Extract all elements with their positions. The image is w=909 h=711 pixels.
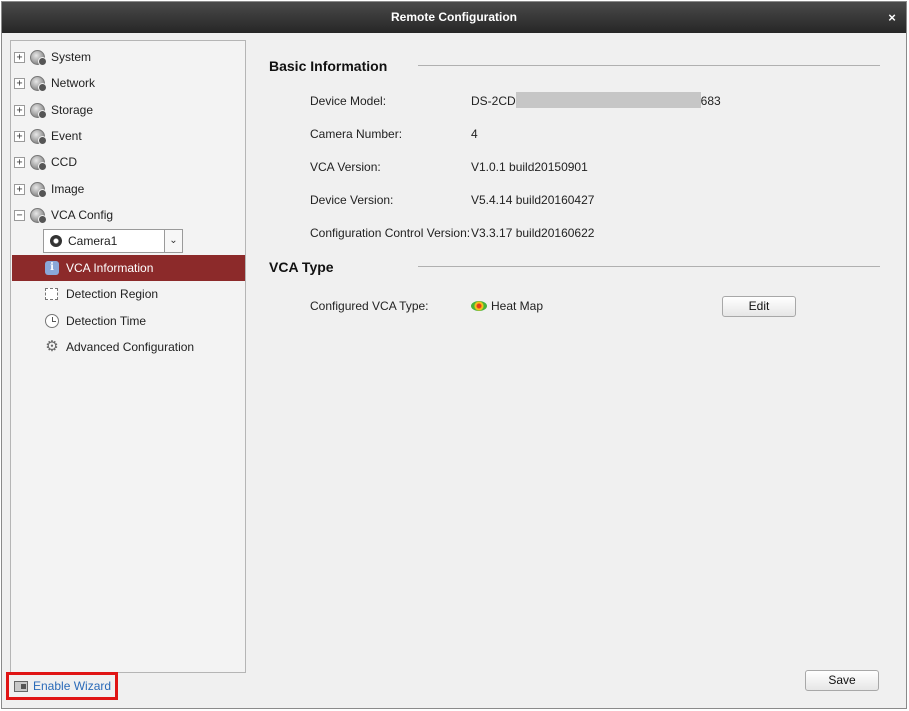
tree-item-event[interactable]: + Event [11, 125, 245, 147]
device-model-prefix: DS-2CD [471, 94, 516, 108]
enable-wizard-link[interactable]: Enable Wizard [6, 672, 118, 700]
expand-icon[interactable]: + [14, 130, 25, 142]
tree-item-label: Network [51, 76, 96, 90]
settings-globe-icon [30, 154, 47, 171]
save-button[interactable]: Save [805, 670, 879, 691]
collapse-icon[interactable]: − [14, 209, 25, 221]
camera-select-value: Camera1 [68, 234, 118, 248]
expand-icon[interactable]: + [14, 51, 25, 63]
vca-type-heading: VCA Type [269, 259, 334, 275]
device-version-value: V5.4.14 build20160427 [471, 193, 595, 207]
title-bar: Remote Configuration × [2, 2, 906, 33]
wizard-icon [14, 680, 28, 692]
settings-globe-icon [30, 181, 47, 198]
info-icon: i [45, 261, 59, 275]
section-divider [418, 266, 880, 267]
config-tree-panel: + System + Network + Storage + Event + C… [10, 40, 246, 673]
sidebar-item-vca-information[interactable]: i VCA Information [12, 255, 245, 281]
config-control-version-value: V3.3.17 build20160622 [471, 226, 595, 240]
tree-item-label: Storage [51, 103, 94, 117]
expand-icon[interactable]: + [14, 183, 25, 195]
tree-item-storage[interactable]: + Storage [11, 99, 245, 121]
tree-item-image[interactable]: + Image [11, 178, 245, 200]
tree-item-system[interactable]: + System [11, 46, 245, 68]
settings-globe-icon [30, 49, 47, 66]
clock-icon [45, 314, 59, 328]
device-model-suffix: 683 [700, 94, 721, 108]
enable-wizard-label: Enable Wizard [33, 679, 112, 693]
tree-item-label: VCA Config [51, 208, 114, 222]
tree-item-ccd[interactable]: + CCD [11, 151, 245, 173]
redacted-block [515, 92, 701, 109]
region-icon [45, 288, 58, 300]
settings-globe-icon [30, 75, 47, 92]
configured-vca-type-value: Heat Map [471, 299, 543, 313]
close-icon[interactable]: × [884, 2, 900, 33]
basic-information-heading: Basic Information [269, 58, 388, 74]
edit-button[interactable]: Edit [722, 296, 796, 317]
camera-select[interactable]: Camera1 ⌄ [43, 229, 183, 253]
heat-map-icon [471, 300, 487, 311]
settings-globe-icon [30, 128, 47, 145]
vca-type-text: Heat Map [491, 299, 544, 313]
sidebar-item-label: Detection Region [66, 287, 159, 301]
device-model-value: DS-2CD 683 [471, 92, 721, 109]
device-version-label: Device Version: [310, 193, 394, 207]
gear-icon: ⚙ [45, 338, 59, 355]
sidebar-item-label: Advanced Configuration [66, 340, 195, 354]
expand-icon[interactable]: + [14, 104, 25, 116]
sidebar-item-detection-time[interactable]: Detection Time [12, 308, 245, 334]
tree-item-label: Image [51, 182, 85, 196]
sidebar-item-label: VCA Information [66, 261, 154, 275]
sidebar-item-label: Detection Time [66, 314, 147, 328]
chevron-down-icon[interactable]: ⌄ [164, 230, 182, 252]
sidebar-item-advanced-configuration[interactable]: ⚙ Advanced Configuration [12, 334, 245, 360]
tree-item-vca-config[interactable]: − VCA Config [11, 204, 245, 226]
device-model-label: Device Model: [310, 94, 387, 108]
sidebar-item-detection-region[interactable]: Detection Region [12, 281, 245, 307]
camera-number-label: Camera Number: [310, 127, 403, 141]
settings-globe-icon [30, 102, 47, 119]
expand-icon[interactable]: + [14, 156, 25, 168]
configured-vca-type-label: Configured VCA Type: [310, 299, 429, 313]
settings-globe-icon [30, 207, 47, 224]
vca-version-label: VCA Version: [310, 160, 381, 174]
window-title: Remote Configuration [391, 10, 517, 24]
tree-item-network[interactable]: + Network [11, 72, 245, 94]
camera-number-value: 4 [471, 127, 478, 141]
config-control-version-label: Configuration Control Version: [310, 226, 471, 240]
vca-version-value: V1.0.1 build20150901 [471, 160, 588, 174]
tree-item-label: Event [51, 129, 82, 143]
camera-icon [50, 235, 62, 247]
expand-icon[interactable]: + [14, 77, 25, 89]
tree-item-label: System [51, 50, 92, 64]
section-divider [418, 65, 880, 66]
tree-item-label: CCD [51, 155, 77, 169]
